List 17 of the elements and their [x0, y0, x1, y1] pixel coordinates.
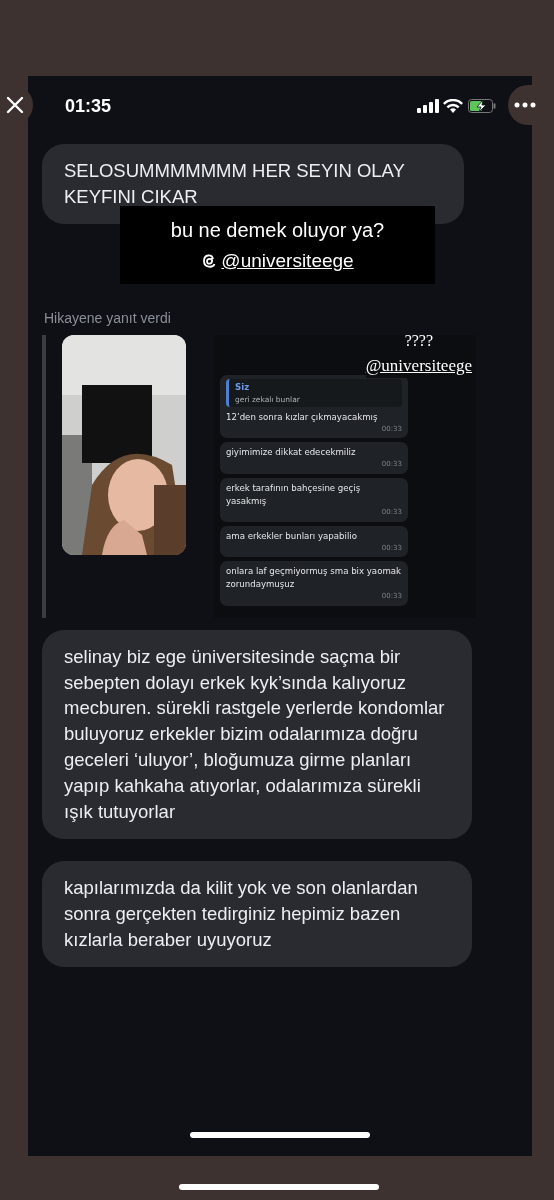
- message-bubble: kapılarımızda da kilit yok ve son olanlardan sonra gerçekten tedirginiz hepimiz bazen kızlarla beraber uyuyoruz: [42, 860, 472, 967]
- more-icon: [514, 102, 536, 108]
- reply-label: Hikayene yanıt verdi: [44, 308, 171, 328]
- at-icon: [201, 252, 218, 271]
- question-marks: ????: [403, 330, 435, 351]
- close-icon: [6, 96, 24, 114]
- message-text: ama erkekler bunları yapabilio: [226, 530, 358, 543]
- signal-icon: [417, 99, 439, 113]
- message-text: onlara laf geçmiyormuş sma bix yaomak zorundaymuşuz: [226, 565, 402, 592]
- message-bubble: selinay biz ege üniversitesinde saçma bir sebepten dolayı erkek kyk’sında kalıyoruz mecburen. sürekli rastgele yerlerde kondomlar buluyoruz erkekler bizim odalarımıza doğru geceleri ‘uluyor’, bloğumuza girme planları yapıp kahkaha atıyorlar, odalarımıza sürekli ışık tutuyorlar: [42, 629, 472, 839]
- wifi-icon: [443, 99, 463, 113]
- message-text: giyimimize dikkat edecekmiliz: [226, 446, 357, 460]
- message-text: 12’den sonra kızlar çıkmayacakmış: [226, 410, 379, 424]
- message-text: erkek tarafının bahçesine geçiş yasakmış: [226, 481, 362, 508]
- mention-tag[interactable]: @universiteege: [221, 246, 354, 277]
- quote-author: Siz: [235, 380, 251, 394]
- clock-time: 01:35: [65, 94, 112, 118]
